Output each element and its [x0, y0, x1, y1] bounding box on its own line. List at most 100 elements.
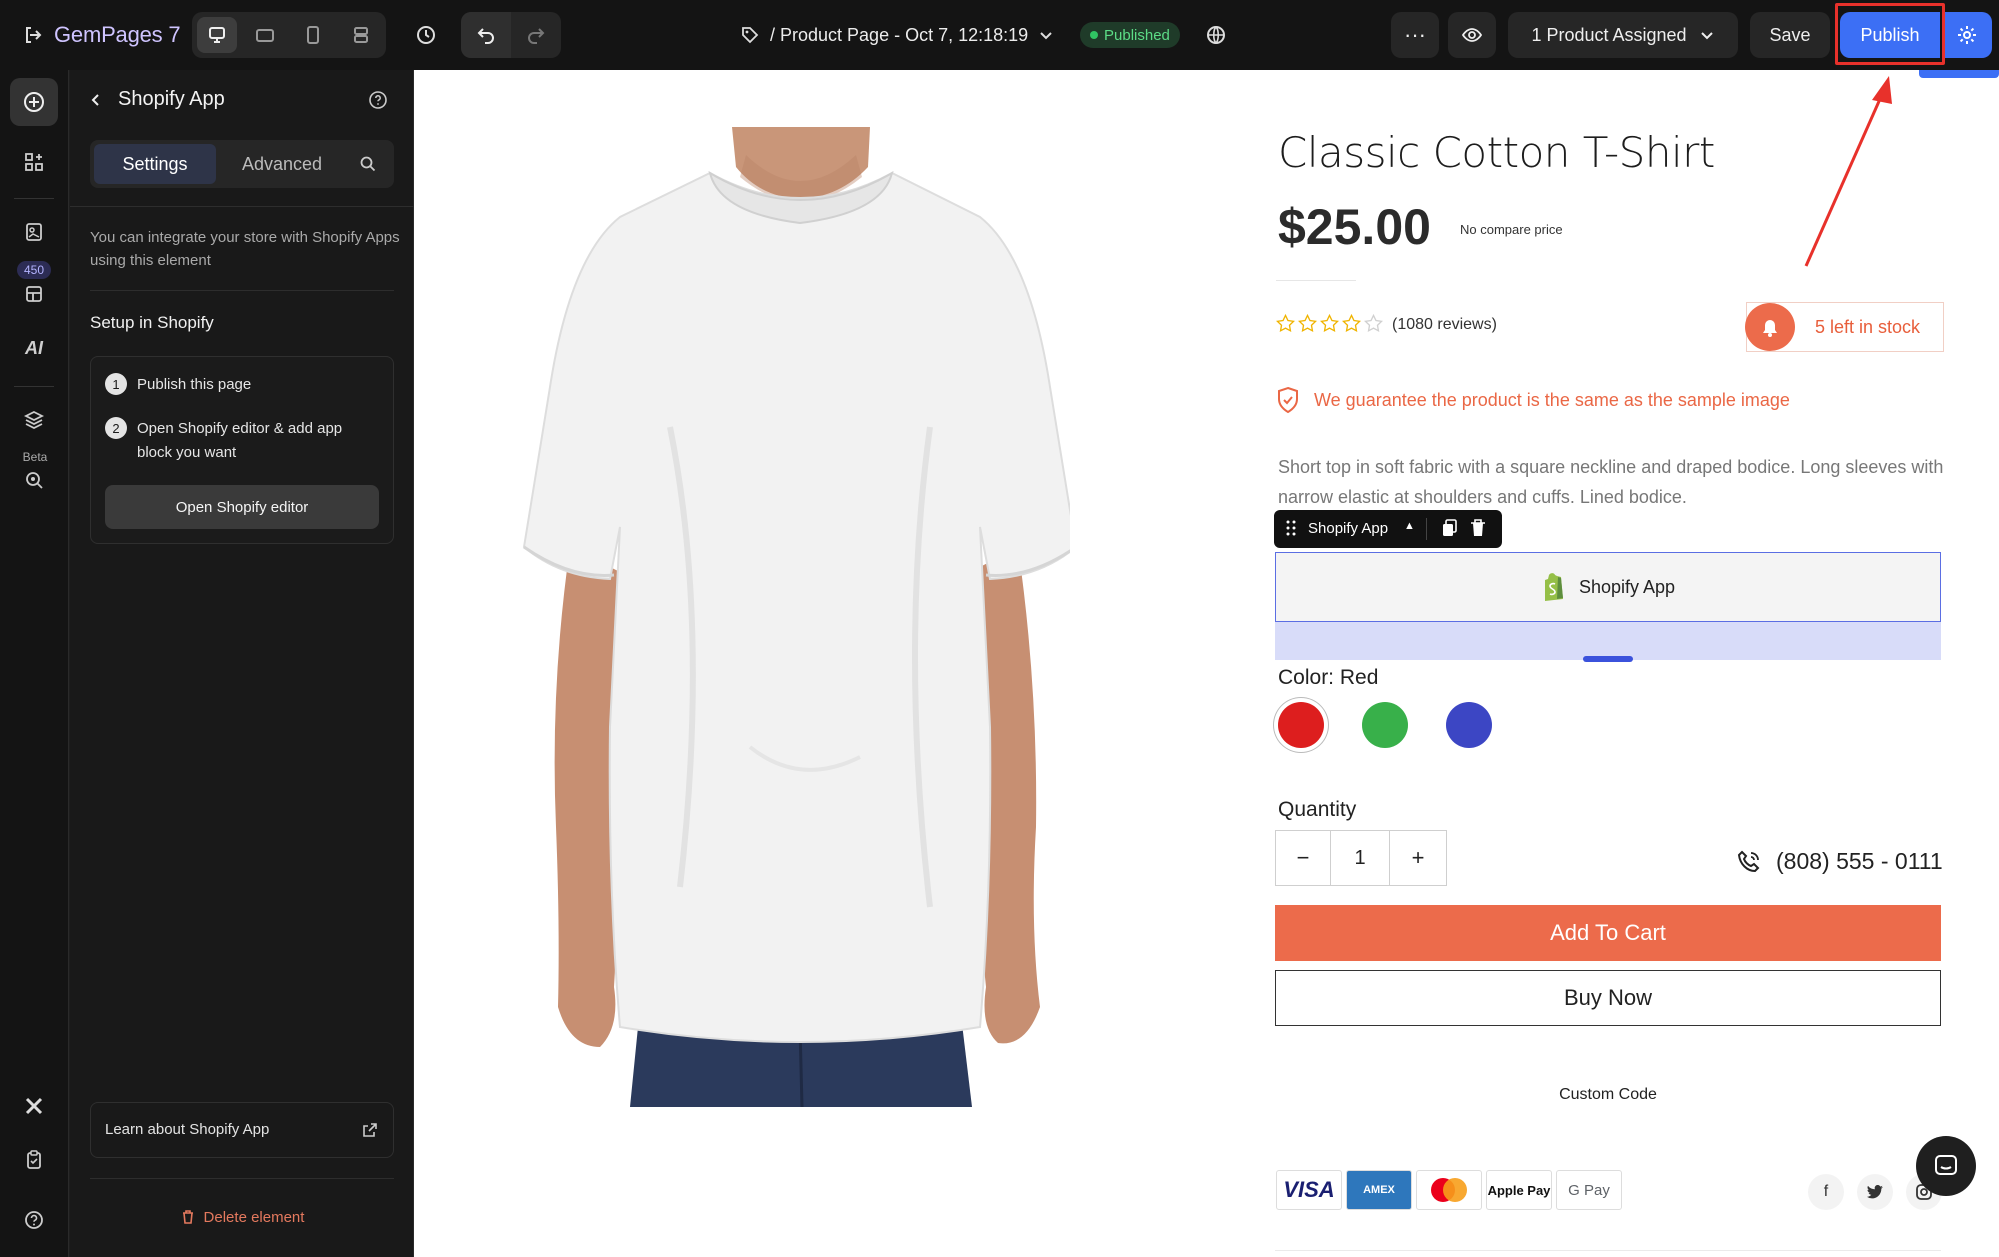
- caret-up-icon[interactable]: ▲: [1404, 520, 1415, 532]
- add-to-cart-button[interactable]: Add To Cart: [1275, 905, 1941, 961]
- drop-zone: [1275, 622, 1941, 662]
- step-text: Open Shopify editor & add app block you …: [137, 420, 343, 461]
- phone-contact[interactable]: (808) 555 - 0111: [1736, 848, 1943, 875]
- preview-button[interactable]: [1448, 12, 1496, 58]
- open-shopify-editor-button[interactable]: Open Shopify editor: [105, 485, 379, 529]
- status-label: Published: [1104, 26, 1170, 44]
- publish-button[interactable]: Publish: [1840, 12, 1940, 58]
- divider: [1275, 1250, 1941, 1251]
- gear-icon: [1958, 26, 1976, 44]
- eye-icon: [1461, 28, 1483, 42]
- phone-number: (808) 555 - 0111: [1776, 848, 1943, 874]
- target-icon[interactable]: [10, 456, 58, 504]
- star-icon: [1276, 314, 1295, 333]
- layers-icon[interactable]: [10, 396, 58, 444]
- selection-corner-indicator: [1919, 70, 1999, 78]
- tab-advanced[interactable]: Advanced: [220, 144, 344, 184]
- trash-icon[interactable]: [1470, 519, 1486, 541]
- trash-icon: [182, 1210, 193, 1224]
- star-icon: [1320, 314, 1339, 333]
- learn-about-link[interactable]: Learn about Shopify App: [90, 1102, 394, 1158]
- quantity-label: Quantity: [1278, 798, 1357, 821]
- rating-stars: [1276, 314, 1383, 333]
- help-circle-icon[interactable]: [10, 1196, 58, 1244]
- pages-icon[interactable]: [10, 208, 58, 256]
- panel-header: Shopify App: [70, 70, 414, 130]
- color-swatch-blue[interactable]: [1446, 702, 1492, 748]
- help-icon[interactable]: [366, 88, 390, 112]
- external-link-icon: [359, 1119, 381, 1141]
- product-image[interactable]: [510, 127, 1078, 1108]
- chat-widget-button[interactable]: [1916, 1136, 1976, 1196]
- reviews-count[interactable]: (1080 reviews): [1392, 316, 1497, 334]
- twitter-icon[interactable]: [1857, 1174, 1893, 1210]
- clipboard-icon[interactable]: [10, 1136, 58, 1184]
- page-canvas: Classic Cotton T-Shirt $25.00 No compare…: [414, 70, 1999, 1257]
- redo-icon[interactable]: [511, 12, 561, 58]
- save-button[interactable]: Save: [1750, 12, 1830, 58]
- panel-divider: [70, 206, 414, 207]
- duplicate-icon[interactable]: [1442, 519, 1458, 541]
- app-logo: GemPages 7: [54, 22, 181, 47]
- desktop-icon[interactable]: [197, 17, 237, 53]
- quantity-input[interactable]: 1: [1330, 831, 1390, 885]
- tablet-landscape-icon[interactable]: [245, 17, 285, 53]
- history-icon[interactable]: [408, 17, 444, 53]
- back-arrow-icon[interactable]: [84, 88, 108, 112]
- mastercard-icon: [1416, 1170, 1482, 1210]
- rail-divider: [14, 198, 54, 199]
- quantity-minus-button[interactable]: −: [1276, 831, 1330, 885]
- undo-icon[interactable]: [461, 12, 511, 58]
- step-number: 2: [105, 417, 127, 439]
- setup-step: 1 Publish this page: [105, 373, 377, 397]
- resize-handle[interactable]: [1583, 656, 1633, 662]
- element-settings-panel: Shopify App Settings Advanced You can in…: [70, 70, 414, 1257]
- ai-icon[interactable]: AI: [10, 324, 58, 372]
- buy-now-button[interactable]: Buy Now: [1275, 970, 1941, 1026]
- custom-code-element[interactable]: Custom Code: [1275, 1086, 1941, 1104]
- star-icon: [1298, 314, 1317, 333]
- page-name-selector[interactable]: / Product Page - Oct 7, 12:18:19: [740, 17, 1054, 53]
- toolbar-divider: [1426, 518, 1427, 540]
- quantity-plus-button[interactable]: +: [1390, 831, 1446, 885]
- guarantee-banner: We guarantee the product is the same as …: [1276, 386, 1790, 414]
- page-name-label: / Product Page - Oct 7, 12:18:19: [770, 24, 1029, 45]
- status-dot: [1090, 31, 1098, 39]
- globe-icon[interactable]: [1198, 17, 1234, 53]
- apps-icon[interactable]: [10, 138, 58, 186]
- visa-icon: VISA: [1276, 1170, 1342, 1210]
- x-brand-icon[interactable]: [10, 1082, 58, 1130]
- search-icon[interactable]: [356, 152, 380, 176]
- learn-label: Learn about Shopify App: [105, 1121, 270, 1138]
- stock-counter: 5 left in stock: [1745, 302, 1944, 352]
- tab-settings[interactable]: Settings: [94, 144, 216, 184]
- exit-icon[interactable]: [18, 20, 48, 50]
- color-label: Color: Red: [1278, 666, 1379, 689]
- panel-divider: [90, 290, 394, 291]
- add-element-icon[interactable]: [10, 78, 58, 126]
- element-toolbar-label[interactable]: Shopify App: [1308, 520, 1388, 537]
- chevron-down-icon: [1040, 32, 1052, 40]
- product-assigned-dropdown[interactable]: 1 Product Assigned: [1508, 12, 1738, 58]
- shopify-app-block[interactable]: Shopify App: [1275, 552, 1941, 622]
- assigned-label: 1 Product Assigned: [1531, 24, 1687, 45]
- color-swatch-red[interactable]: [1278, 702, 1324, 748]
- delete-element-button[interactable]: Delete element: [70, 1202, 414, 1232]
- product-price: $25.00: [1278, 199, 1431, 255]
- tag-icon: [742, 27, 759, 44]
- panel-divider: [90, 1178, 394, 1179]
- setup-title: Setup in Shopify: [90, 313, 214, 332]
- more-options-button[interactable]: ···: [1391, 12, 1439, 58]
- undo-redo-group: [461, 12, 561, 58]
- facebook-icon[interactable]: f: [1808, 1174, 1844, 1210]
- color-swatch-green[interactable]: [1362, 702, 1408, 748]
- apple-pay-icon: Apple Pay: [1486, 1170, 1552, 1210]
- star-icon: [1342, 314, 1361, 333]
- templates-icon[interactable]: [10, 270, 58, 318]
- responsive-icon[interactable]: [341, 17, 381, 53]
- publish-settings-button[interactable]: [1942, 12, 1992, 58]
- top-toolbar: GemPages 7 / Product Page - Oct 7, 12:18…: [0, 0, 1999, 70]
- drag-handle-icon[interactable]: [1286, 520, 1296, 540]
- mobile-icon[interactable]: [293, 17, 333, 53]
- rail-divider: [14, 386, 54, 387]
